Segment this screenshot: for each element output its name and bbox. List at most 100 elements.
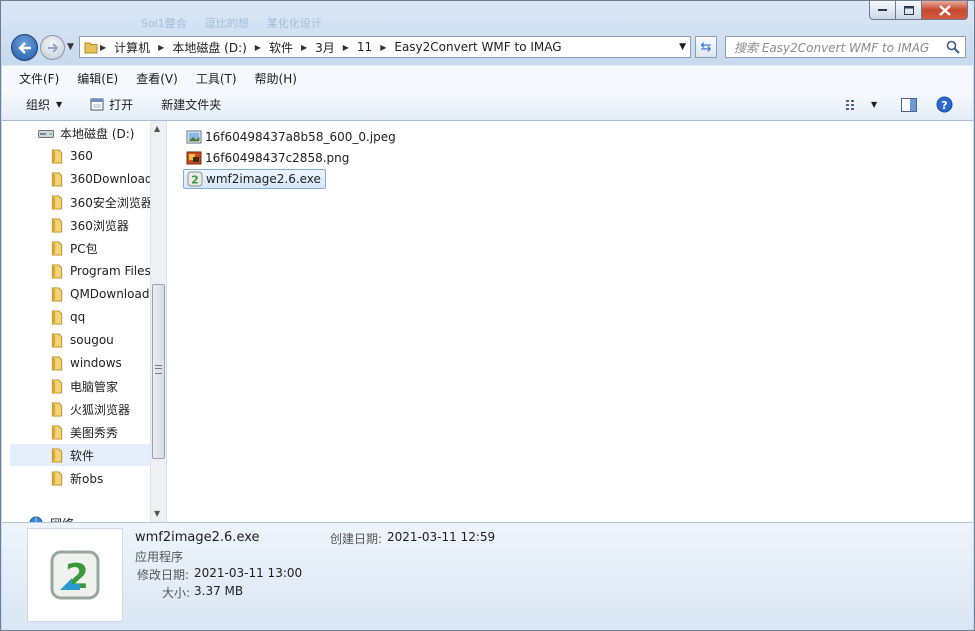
folder-icon	[51, 240, 63, 256]
nav-folder-item[interactable]: 360安全浏览器	[10, 191, 158, 213]
view-options-button[interactable]: ▼	[845, 89, 877, 120]
file-item-exe[interactable]: 2 wmf2image2.6.exe	[183, 169, 326, 189]
chevron-down-icon: ▼	[871, 100, 878, 109]
back-button[interactable]	[11, 34, 38, 61]
file-name: 16f60498437a8b58_600_0.jpeg	[205, 130, 396, 144]
open-button[interactable]: 打开	[72, 96, 143, 113]
folder-icon	[84, 42, 98, 54]
grip-icon	[155, 365, 162, 374]
nav-folder-item[interactable]: QMDownload	[10, 283, 158, 305]
nav-folder-item[interactable]: 火狐浏览器	[10, 398, 158, 420]
breadcrumb-separator-icon[interactable]: ▶	[253, 43, 263, 52]
nav-folder-label: 软件	[70, 448, 95, 463]
folder-icon	[51, 355, 63, 371]
nav-folder-label: 火狐浏览器	[70, 402, 131, 417]
svg-text:2: 2	[191, 174, 199, 187]
nav-folder-label: 电脑管家	[70, 379, 119, 394]
png-image-icon	[186, 151, 202, 165]
nav-folder-item[interactable]: 美图秀秀	[10, 421, 158, 443]
address-dropdown-icon[interactable]: ▼	[679, 42, 686, 52]
breadcrumb-drive[interactable]: 本地磁盘 (D:)	[166, 37, 252, 57]
search-input[interactable]: 搜索 Easy2Convert WMF to IMAG	[725, 36, 966, 58]
help-button[interactable]: ?	[936, 89, 953, 120]
breadcrumb-separator-icon[interactable]: ▶	[98, 43, 108, 52]
nav-network-label: 网络	[50, 515, 74, 523]
details-created-value: 2021-03-11 12:59	[387, 530, 496, 544]
scroll-up-icon[interactable]: ▲	[154, 124, 160, 133]
nav-scrollbar[interactable]: ▲ ▼	[150, 121, 166, 522]
details-file-name: wmf2image2.6.exe	[135, 530, 260, 545]
close-icon	[938, 4, 951, 16]
arrow-left-icon	[17, 41, 31, 54]
nav-folder-item[interactable]: 软件	[10, 444, 158, 466]
details-size-value: 3.37 MB	[194, 584, 244, 598]
minimize-icon	[877, 9, 887, 11]
caption-background-text: Sol1整合 逗比的想 某化化设计	[141, 15, 322, 31]
arrow-right-icon	[47, 42, 58, 53]
nav-network[interactable]: 网络	[28, 512, 148, 522]
breadcrumb-separator-icon[interactable]: ▶	[341, 43, 351, 52]
open-label: 打开	[109, 98, 134, 112]
new-folder-button[interactable]: 新建文件夹	[143, 96, 231, 113]
menu-view[interactable]: 查看(V)	[127, 70, 187, 87]
recent-pages-dropdown[interactable]: ▼	[67, 42, 74, 52]
navigation-pane: 本地磁盘 (D:) 360 360Downloads 360安全浏览器 360浏览器 P…	[2, 121, 167, 522]
nav-folder-item[interactable]: 360浏览器	[10, 214, 158, 236]
maximize-button[interactable]	[896, 1, 922, 20]
folder-icon	[51, 171, 63, 187]
breadcrumb-software[interactable]: 软件	[263, 37, 299, 57]
breadcrumb-separator-icon[interactable]: ▶	[378, 43, 388, 52]
search-icon[interactable]	[946, 40, 960, 54]
organize-label: 组织	[26, 98, 51, 112]
menu-tools[interactable]: 工具(T)	[187, 70, 246, 87]
folder-icon	[51, 194, 63, 210]
details-pane: 2 wmf2image2.6.exe 应用程序 修改日期: 2021-03-11…	[2, 522, 973, 630]
nav-folder-label: 360浏览器	[70, 218, 129, 233]
nav-folder-label: 美图秀秀	[70, 425, 119, 440]
nav-folder-label: 360	[70, 149, 93, 163]
menu-edit[interactable]: 编辑(E)	[68, 70, 127, 87]
minimize-button[interactable]	[869, 1, 896, 20]
chevron-down-icon: ▼	[67, 42, 74, 52]
nav-folder-item[interactable]: 电脑管家	[10, 375, 158, 397]
nav-folder-item[interactable]: Program Files	[10, 260, 158, 282]
search-placeholder: 搜索 Easy2Convert WMF to IMAG	[734, 40, 930, 55]
nav-folder-item[interactable]: qq	[10, 306, 158, 328]
breadcrumb-11[interactable]: 11	[351, 37, 378, 57]
close-button[interactable]	[922, 1, 968, 20]
exe-app-icon: 2	[50, 550, 100, 600]
nav-folder-item[interactable]: 360Downloads	[10, 168, 158, 190]
breadcrumb-current[interactable]: Easy2Convert WMF to IMAG	[388, 37, 567, 57]
folder-icon	[51, 470, 63, 486]
breadcrumb-separator-icon[interactable]: ▶	[156, 43, 166, 52]
organize-button[interactable]: 组织 ▼	[2, 96, 72, 113]
refresh-icon: ⇆	[700, 39, 712, 55]
nav-folder-item[interactable]: PC包	[10, 237, 158, 259]
file-name: 16f60498437c2858.png	[205, 151, 350, 165]
nav-folder-item[interactable]: windows	[10, 352, 158, 374]
breadcrumb-separator-icon[interactable]: ▶	[299, 43, 309, 52]
breadcrumb-march[interactable]: 3月	[309, 37, 341, 57]
caption-deco-2: 逗比的想	[204, 17, 249, 30]
nav-scrollbar-thumb[interactable]	[152, 284, 165, 459]
address-bar[interactable]: ▶ 计算机 ▶ 本地磁盘 (D:) ▶ 软件 ▶ 3月 ▶ 11 ▶ Easy2…	[79, 36, 691, 58]
menu-bar: 文件(F) 编辑(E) 查看(V) 工具(T) 帮助(H)	[2, 65, 973, 90]
nav-folder-item[interactable]: sougou	[10, 329, 158, 351]
menu-help[interactable]: 帮助(H)	[246, 70, 306, 87]
forward-button[interactable]	[40, 35, 65, 60]
refresh-button[interactable]: ⇆	[695, 36, 717, 58]
nav-drive-d[interactable]: 本地磁盘 (D:)	[38, 122, 148, 144]
file-item-jpeg[interactable]: 16f60498437a8b58_600_0.jpeg	[183, 127, 400, 147]
scroll-down-icon[interactable]: ▼	[154, 509, 160, 518]
folder-icon	[51, 424, 63, 440]
details-size-label: 大小:	[162, 586, 191, 600]
nav-folder-item[interactable]: 360	[10, 145, 158, 167]
file-thumbnail: 2	[27, 528, 123, 622]
folder-icon	[51, 401, 63, 417]
nav-folder-item[interactable]: 新obs	[10, 467, 158, 489]
menu-file[interactable]: 文件(F)	[2, 70, 68, 87]
breadcrumb-computer[interactable]: 计算机	[108, 37, 156, 57]
preview-pane-button[interactable]	[901, 89, 917, 120]
file-item-png[interactable]: 16f60498437c2858.png	[183, 148, 353, 168]
preview-pane-icon	[901, 97, 917, 112]
